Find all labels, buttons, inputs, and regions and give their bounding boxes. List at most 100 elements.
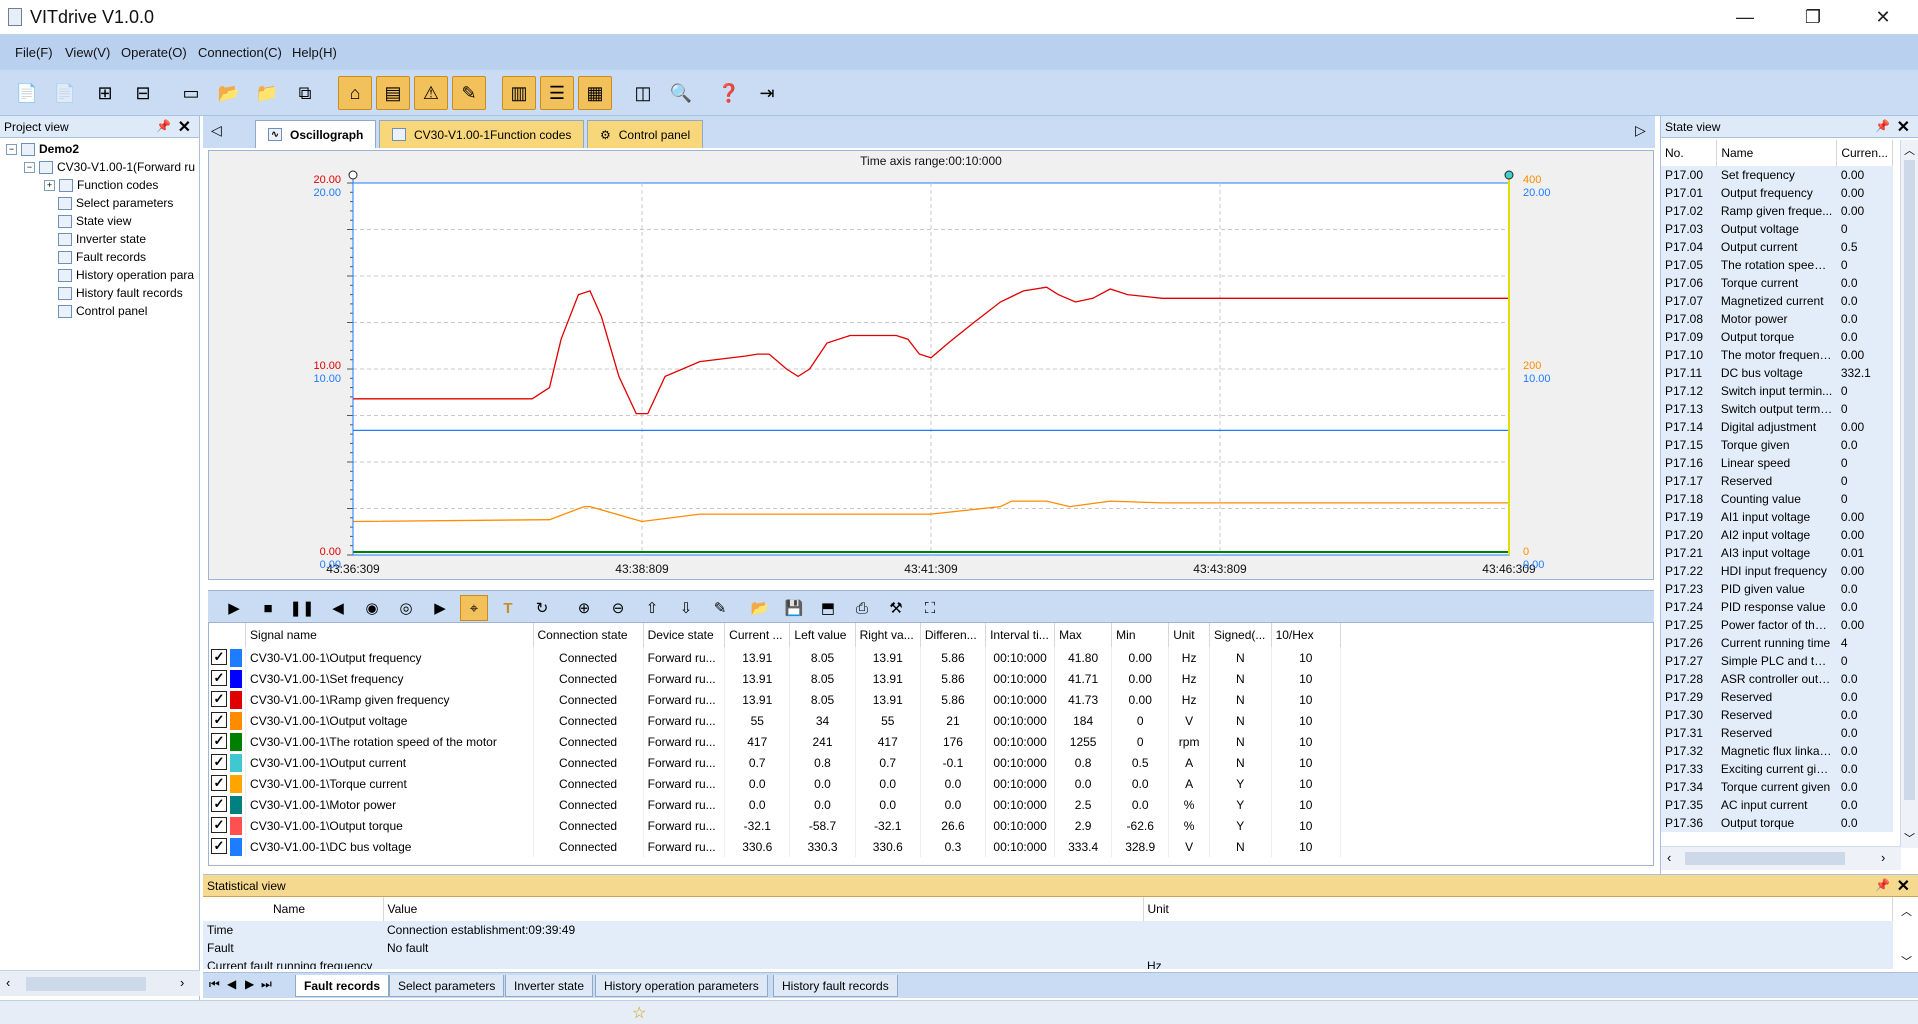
- new-project-icon[interactable]: 📄: [10, 76, 44, 110]
- header-current[interactable]: Current ...: [724, 623, 791, 647]
- table-row[interactable]: ✓ CV30-V1.00-1\Output frequency Connected…: [209, 647, 1342, 668]
- first-tab-icon[interactable]: ⏮: [209, 977, 220, 992]
- list-item[interactable]: P17.30 Reserved 0.0: [1661, 706, 1893, 724]
- table-row[interactable]: Current fault running frequency Hz: [203, 957, 1893, 969]
- fit-view-icon[interactable]: ⛶: [916, 595, 944, 621]
- list-item[interactable]: P17.24 PID response value 0.0: [1661, 598, 1893, 616]
- list-item[interactable]: P17.34 Torque current given 0.0: [1661, 778, 1893, 796]
- table-row[interactable]: Time Connection establishment:09:39:49: [203, 921, 1893, 939]
- list-item[interactable]: P17.15 Torque given 0.0: [1661, 436, 1893, 454]
- open-folder-icon[interactable]: 📂: [212, 76, 246, 110]
- save-icon[interactable]: 💾: [780, 595, 808, 621]
- open-file-icon[interactable]: 📂: [746, 595, 774, 621]
- header-connection-state[interactable]: Connection state: [533, 623, 644, 647]
- list-item[interactable]: P17.28 ASR controller output 0.0: [1661, 670, 1893, 688]
- tab-function-codes[interactable]: CV30-V1.00-1Function codes: [379, 120, 585, 148]
- list-item[interactable]: P17.18 Counting value 0: [1661, 490, 1893, 508]
- expand-icon[interactable]: +: [44, 179, 55, 191]
- list-item[interactable]: P17.21 AI3 input voltage 0.01: [1661, 544, 1893, 562]
- scroll-left-icon[interactable]: ‹: [6, 975, 10, 990]
- bottom-tab-fault-records[interactable]: Fault records: [295, 975, 390, 997]
- header-no[interactable]: No.: [1661, 140, 1718, 166]
- maximize-button[interactable]: ❐: [1778, 0, 1848, 34]
- list-item[interactable]: P17.35 AC input current 0.0: [1661, 796, 1893, 814]
- header-right-value[interactable]: Right va...: [855, 623, 921, 647]
- header-current-value[interactable]: Curren...: [1836, 140, 1893, 166]
- tree-item-inverter-state[interactable]: Inverter state: [58, 232, 146, 246]
- bottom-tab-select-parameters[interactable]: Select parameters: [389, 975, 505, 997]
- scroll-thumb[interactable]: [1685, 852, 1845, 865]
- list-item[interactable]: P17.09 Output torque 0.0: [1661, 328, 1893, 346]
- header-stat-name[interactable]: Name: [203, 897, 384, 921]
- list-item[interactable]: P17.33 Exciting current given 0.0: [1661, 760, 1893, 778]
- menu-help[interactable]: Help(H): [292, 45, 337, 60]
- warning-icon[interactable]: ⚠: [414, 76, 448, 110]
- tab-oscillograph[interactable]: ∿ Oscillograph: [255, 120, 377, 148]
- close-pane-icon[interactable]: ✕: [1897, 117, 1910, 137]
- split-view-icon[interactable]: ◫: [626, 76, 660, 110]
- prev-tab-icon[interactable]: ◀: [227, 977, 236, 991]
- table-row[interactable]: ✓ CV30-V1.00-1\Torque current Connected Fo…: [209, 773, 1342, 794]
- tab-control-panel[interactable]: ⚙ Control panel: [587, 120, 704, 148]
- list-item[interactable]: P17.12 Switch input termin... 0: [1661, 382, 1893, 400]
- window-icon[interactable]: ▭: [174, 76, 208, 110]
- collapse-icon[interactable]: −: [24, 161, 35, 173]
- table-row[interactable]: ✓ CV30-V1.00-1\Output torque Connected For…: [209, 815, 1342, 836]
- add-signal-icon[interactable]: ⊕: [570, 595, 598, 621]
- scroll-thumb[interactable]: [1904, 160, 1915, 800]
- minimize-button[interactable]: —: [1710, 0, 1780, 34]
- tree-root[interactable]: − Demo2: [6, 142, 79, 156]
- connect-icon[interactable]: ⊞: [88, 76, 122, 110]
- next-tab-icon[interactable]: ▶: [245, 977, 254, 991]
- collapse-icon[interactable]: −: [6, 143, 17, 155]
- list-item[interactable]: P17.10 The motor frequenc... 0.00: [1661, 346, 1893, 364]
- header-interval[interactable]: Interval ti...: [985, 623, 1056, 647]
- list-item[interactable]: P17.23 PID given value 0.0: [1661, 580, 1893, 598]
- tree-item-function-codes[interactable]: + Function codes: [44, 178, 158, 192]
- row-checkbox[interactable]: ✓: [211, 816, 227, 833]
- zoom-out-icon[interactable]: ◎: [392, 595, 420, 621]
- list-item[interactable]: P17.17 Reserved 0: [1661, 472, 1893, 490]
- list-item[interactable]: P17.08 Motor power 0.0: [1661, 310, 1893, 328]
- forward-icon[interactable]: ▶: [426, 595, 454, 621]
- list-item[interactable]: P17.22 HDI input frequency 0.00: [1661, 562, 1893, 580]
- table-row[interactable]: ✓ CV30-V1.00-1\DC bus voltage Connected Fo…: [209, 836, 1342, 857]
- exit-icon[interactable]: ⇥: [750, 76, 784, 110]
- list-item[interactable]: P17.05 The rotation speed ... 0: [1661, 256, 1893, 274]
- list-item[interactable]: P17.04 Output current 0.5: [1661, 238, 1893, 256]
- header-stat-unit[interactable]: Unit: [1143, 897, 1893, 921]
- tree-item-fault-records[interactable]: Fault records: [58, 250, 146, 264]
- tree-item-select-parameters[interactable]: Select parameters: [58, 196, 173, 210]
- menu-operate[interactable]: Operate(O): [121, 45, 187, 60]
- scroll-right-icon[interactable]: ›: [1881, 850, 1885, 865]
- pin-icon[interactable]: 📌: [156, 119, 171, 133]
- copy-icon[interactable]: ⧉: [288, 76, 322, 110]
- tabs-scroll-left-icon[interactable]: ◁: [211, 122, 222, 139]
- remove-signal-icon[interactable]: ⊖: [604, 595, 632, 621]
- header-unit[interactable]: Unit: [1168, 623, 1211, 647]
- bottom-tab-inverter-state[interactable]: Inverter state: [505, 975, 594, 997]
- list-item[interactable]: P17.26 Current running time 4: [1661, 634, 1893, 652]
- bar-chart-icon[interactable]: ▥: [502, 76, 536, 110]
- refresh-icon[interactable]: ↻: [528, 595, 556, 621]
- row-checkbox[interactable]: ✓: [211, 711, 227, 728]
- scroll-down-icon[interactable]: ﹀: [1904, 830, 1915, 846]
- project-view-hscrollbar[interactable]: ‹ ›: [0, 970, 200, 996]
- move-up-icon[interactable]: ⇧: [638, 595, 666, 621]
- oscillograph-panel[interactable]: Time axis range:00:10:000 43:36:309 43:38…: [208, 150, 1654, 580]
- header-left-value[interactable]: Left value: [789, 623, 856, 647]
- header-signal-name[interactable]: Signal name: [245, 623, 534, 647]
- scroll-thumb[interactable]: [26, 977, 146, 991]
- header-name[interactable]: Name: [1716, 140, 1838, 166]
- list-item[interactable]: P17.25 Power factor of the ... 0.00: [1661, 616, 1893, 634]
- list-item[interactable]: P17.01 Output frequency 0.00: [1661, 184, 1893, 202]
- rewind-icon[interactable]: ◀: [324, 595, 352, 621]
- list-item[interactable]: P17.03 Output voltage 0: [1661, 220, 1893, 238]
- cursor-icon[interactable]: ⌖: [460, 595, 488, 621]
- menu-view[interactable]: View(V): [65, 45, 110, 60]
- oscillograph-plot[interactable]: Time axis range:00:10:000 43:36:309 43:38…: [209, 151, 1653, 579]
- help-icon[interactable]: ❓: [712, 76, 746, 110]
- last-tab-icon[interactable]: ⏭: [261, 977, 272, 992]
- header-max[interactable]: Max: [1054, 623, 1113, 647]
- row-checkbox[interactable]: ✓: [211, 732, 227, 749]
